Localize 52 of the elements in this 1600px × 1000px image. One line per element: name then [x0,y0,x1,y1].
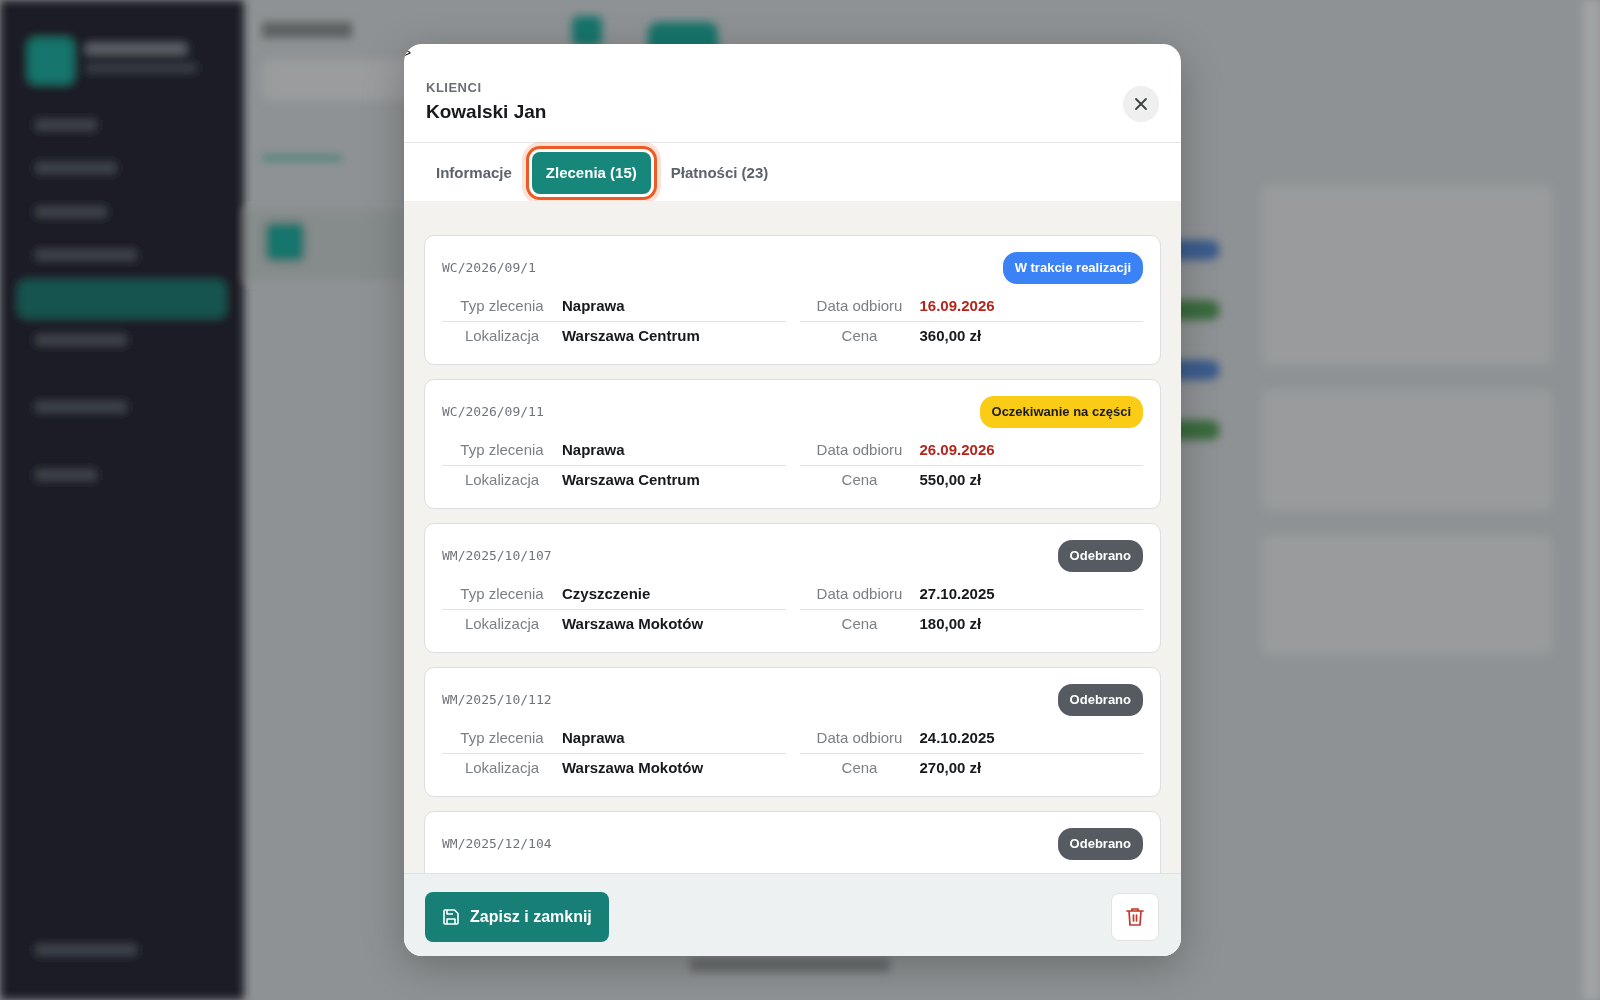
field-label: Typ zlecenia [459,295,545,316]
delete-button[interactable] [1111,893,1159,941]
field-label: Data odbioru [815,727,904,748]
status-badge: Odebrano [1057,684,1143,716]
field-value: 270,00 zł [919,758,982,779]
section-label: KLIENCI [426,79,483,97]
field-value: 27.10.2025 [919,583,995,604]
field-label: Cena [840,470,879,491]
field-label: Lokalizacja [463,614,541,635]
modal-title: Kowalski Jan [426,99,547,124]
field-value: Naprawa [562,439,625,460]
field-value: 180,00 zł [919,614,982,635]
order-number: WM/2025/10/112 [442,691,552,709]
field-value: Warszawa Centrum [562,326,700,347]
tab[interactable]: Informacje [422,151,526,195]
field-label: Lokalizacja [463,470,541,491]
trash-icon [1126,907,1144,927]
status-badge: Odebrano [1057,828,1143,860]
save-icon [442,908,460,926]
status-badge: Odebrano [1057,540,1143,572]
close-icon [1134,97,1148,111]
field-label: Data odbioru [815,295,904,316]
field-label: Lokalizacja [463,326,541,347]
field-value: Warszawa Centrum [562,470,700,491]
tab[interactable]: Płatności (23) [656,151,783,195]
field-label: Data odbioru [815,583,904,604]
field-label: Lokalizacja [463,758,541,779]
field-label: Typ zlecenia [459,583,545,604]
field-label: Cena [840,614,879,635]
field-label: Data odbioru [815,439,904,460]
field-value: 26.09.2026 [919,439,995,460]
field-value: 16.09.2026 [919,295,995,316]
close-button[interactable] [1123,86,1159,122]
field-value: Warszawa Mokotów [562,758,704,779]
field-label: Cena [840,326,879,347]
save-button[interactable]: Zapisz i zamknij [425,892,609,942]
status-badge: Oczekiwanie na części [979,396,1143,428]
field-label: Typ zlecenia [459,727,545,748]
order-number: WM/2025/10/107 [442,547,552,565]
order-number: WM/2025/12/104 [442,835,552,853]
field-value: 24.10.2025 [919,727,995,748]
field-value: Naprawa [562,727,625,748]
order-number: WC/2026/09/1 [442,259,536,277]
field-value: Czyszczenie [562,583,651,604]
field-value: Naprawa [562,295,625,316]
order-number: WC/2026/09/11 [442,403,544,421]
field-label: Cena [840,758,879,779]
field-value: Warszawa Mokotów [562,614,704,635]
field-value: 550,00 zł [919,470,982,491]
field-label: Typ zlecenia [459,439,545,460]
status-badge: W trakcie realizacji [1002,252,1143,284]
field-value: 360,00 zł [919,326,982,347]
